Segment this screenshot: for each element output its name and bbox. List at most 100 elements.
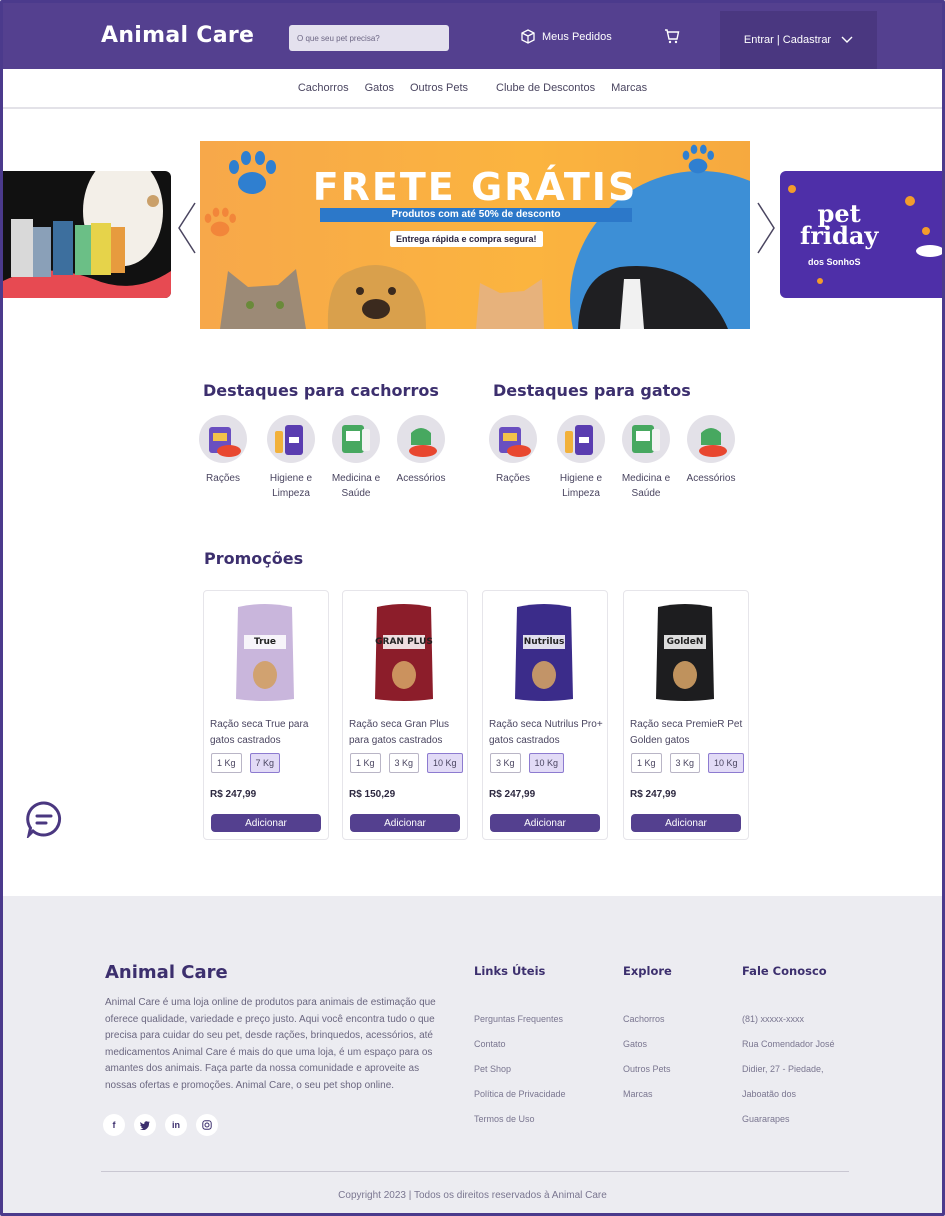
size-option[interactable]: 3 Kg bbox=[669, 753, 701, 773]
product-price: R$ 247,99 bbox=[210, 789, 257, 800]
category-label: Rações bbox=[496, 473, 530, 484]
category-label: Medicina e Saúde bbox=[331, 473, 381, 499]
product-card[interactable]: GRAN PLUS Ração seca Gran Plus para gatos… bbox=[342, 590, 468, 840]
category-icon bbox=[622, 415, 670, 463]
petfriday-title: pet friday bbox=[800, 202, 878, 248]
size-options: 1 Kg 7 Kg bbox=[211, 753, 281, 773]
banner-tagline: Entrega rápida e compra segura! bbox=[390, 231, 543, 247]
size-option[interactable]: 1 Kg bbox=[631, 753, 662, 773]
nav-item-clube-descontos[interactable]: Clube de Descontos bbox=[496, 82, 595, 94]
carousel-prev-arrow[interactable] bbox=[177, 201, 197, 260]
twitter-icon[interactable] bbox=[134, 1114, 156, 1136]
product-card[interactable]: Nutrilus Ração seca Nutrilus Pro+ gatos c… bbox=[482, 590, 608, 840]
nav-item-marcas[interactable]: Marcas bbox=[611, 82, 647, 94]
banner-frete-gratis[interactable]: FRETE GRÁTIS Produtos com até 50% de des… bbox=[200, 141, 750, 329]
size-option[interactable]: 3 Kg bbox=[490, 753, 521, 773]
category-icon bbox=[557, 415, 605, 463]
login-signup-button[interactable]: Entrar | Cadastrar bbox=[720, 11, 877, 69]
footer-link-item[interactable]: Contato bbox=[474, 1039, 566, 1064]
category-cats-0[interactable]: Rações bbox=[483, 415, 543, 486]
category-label: Rações bbox=[206, 473, 240, 484]
footer-links-list: Perguntas Frequentes Contato Pet Shop Po… bbox=[474, 1014, 566, 1139]
product-name[interactable]: Ração seca Gran Plus para gatos castrado… bbox=[349, 717, 465, 749]
nav-item-cachorros[interactable]: Cachorros bbox=[298, 82, 349, 94]
category-icon bbox=[267, 415, 315, 463]
category-dogs-3[interactable]: Acessórios bbox=[391, 415, 451, 486]
footer-contact-list: (81) xxxxx-xxxx Rua Comendador José Didi… bbox=[742, 1014, 835, 1139]
footer-logo: Animal Care bbox=[105, 962, 228, 983]
footer-contact-phone: (81) xxxxx-xxxx bbox=[742, 1014, 805, 1024]
nav-item-outros-pets[interactable]: Outros Pets bbox=[410, 82, 468, 94]
size-option[interactable]: 1 Kg bbox=[211, 753, 242, 773]
footer-contact-address: Jaboatão dos bbox=[742, 1089, 797, 1099]
social-links: f in bbox=[103, 1114, 218, 1136]
category-label: Acessórios bbox=[686, 473, 736, 484]
size-option[interactable]: 10 Kg bbox=[427, 753, 463, 773]
size-option[interactable]: 10 Kg bbox=[708, 753, 744, 773]
footer-link-item[interactable]: Termos de Uso bbox=[474, 1114, 566, 1139]
cart-button[interactable] bbox=[663, 27, 681, 50]
category-nav: Cachorros Gatos Outros Pets Clube de Des… bbox=[3, 69, 942, 109]
category-cats-2[interactable]: Medicina e Saúde bbox=[616, 415, 676, 501]
size-option[interactable]: 1 Kg bbox=[350, 753, 381, 773]
footer-link-item[interactable]: Perguntas Frequentes bbox=[474, 1014, 566, 1039]
nav-item-gatos[interactable]: Gatos bbox=[365, 82, 394, 94]
category-label: Higiene e Limpeza bbox=[559, 473, 603, 499]
my-orders-link[interactable]: Meus Pedidos bbox=[520, 29, 612, 45]
size-options: 1 Kg 3 Kg 10 Kg bbox=[350, 753, 463, 773]
footer-contact-title: Fale Conosco bbox=[742, 964, 827, 978]
chat-button[interactable] bbox=[25, 800, 63, 843]
product-brand: True bbox=[253, 637, 277, 647]
category-cats-1[interactable]: Higiene e Limpeza bbox=[551, 415, 611, 501]
category-icon bbox=[397, 415, 445, 463]
size-options: 3 Kg 10 Kg bbox=[490, 753, 565, 773]
add-to-cart-button[interactable]: Adicionar bbox=[490, 814, 600, 832]
instagram-icon[interactable] bbox=[196, 1114, 218, 1136]
footer-link-item[interactable]: Pet Shop bbox=[474, 1064, 566, 1089]
linkedin-icon[interactable]: in bbox=[165, 1114, 187, 1136]
chevron-down-icon bbox=[841, 36, 853, 43]
banner-prev-slide[interactable] bbox=[3, 171, 171, 298]
footer-explore-item[interactable]: Outros Pets bbox=[623, 1064, 671, 1089]
category-dogs-2[interactable]: Medicina e Saúde bbox=[326, 415, 386, 501]
product-card[interactable]: GoldeN Ração seca PremieR Pet Golden gato… bbox=[623, 590, 749, 840]
product-brand: GoldeN bbox=[666, 637, 704, 647]
product-image[interactable]: True bbox=[234, 601, 296, 703]
chevron-right-icon bbox=[757, 202, 775, 254]
footer-explore-item[interactable]: Cachorros bbox=[623, 1014, 671, 1039]
chat-bubble-icon bbox=[26, 801, 62, 840]
category-cats-3[interactable]: Acessórios bbox=[681, 415, 741, 486]
size-options: 1 Kg 3 Kg 10 Kg bbox=[631, 753, 744, 773]
product-card[interactable]: True Ração seca True para gatos castrados… bbox=[203, 590, 329, 840]
add-to-cart-button[interactable]: Adicionar bbox=[631, 814, 741, 832]
product-image[interactable]: Nutrilus bbox=[513, 601, 575, 703]
footer-explore-item[interactable]: Gatos bbox=[623, 1039, 671, 1064]
product-name[interactable]: Ração seca True para gatos castrados bbox=[210, 717, 326, 749]
add-to-cart-button[interactable]: Adicionar bbox=[211, 814, 321, 832]
category-label: Acessórios bbox=[396, 473, 446, 484]
product-name[interactable]: Ração seca Nutrilus Pro+ gatos castrados bbox=[489, 717, 605, 749]
category-icon bbox=[489, 415, 537, 463]
size-option[interactable]: 7 Kg bbox=[249, 753, 281, 773]
size-option[interactable]: 3 Kg bbox=[388, 753, 420, 773]
search-input[interactable] bbox=[289, 25, 449, 51]
footer-explore-item[interactable]: Marcas bbox=[623, 1089, 671, 1114]
product-price: R$ 150,29 bbox=[349, 789, 396, 800]
facebook-icon[interactable]: f bbox=[103, 1114, 125, 1136]
my-orders-label: Meus Pedidos bbox=[542, 31, 612, 43]
add-to-cart-button[interactable]: Adicionar bbox=[350, 814, 460, 832]
category-dogs-1[interactable]: Higiene e Limpeza bbox=[261, 415, 321, 501]
product-image[interactable]: GRAN PLUS bbox=[373, 601, 435, 703]
size-option[interactable]: 10 Kg bbox=[528, 753, 565, 773]
footer-explore-list: Cachorros Gatos Outros Pets Marcas bbox=[623, 1014, 671, 1114]
category-dogs-0[interactable]: Rações bbox=[193, 415, 253, 486]
carousel-next-arrow[interactable] bbox=[756, 201, 776, 260]
login-signup-label: Entrar | Cadastrar bbox=[743, 34, 832, 46]
product-image[interactable]: GoldeN bbox=[654, 601, 716, 703]
brand-logo[interactable]: Animal Care bbox=[101, 23, 254, 48]
footer-link-item[interactable]: Política de Privacidade bbox=[474, 1089, 566, 1114]
product-name[interactable]: Ração seca PremieR Pet Golden gatos bbox=[630, 717, 746, 749]
cart-icon bbox=[665, 29, 680, 44]
banner-next-slide[interactable]: pet friday dos SonhoS bbox=[780, 171, 942, 298]
category-label: Medicina e Saúde bbox=[621, 473, 671, 499]
